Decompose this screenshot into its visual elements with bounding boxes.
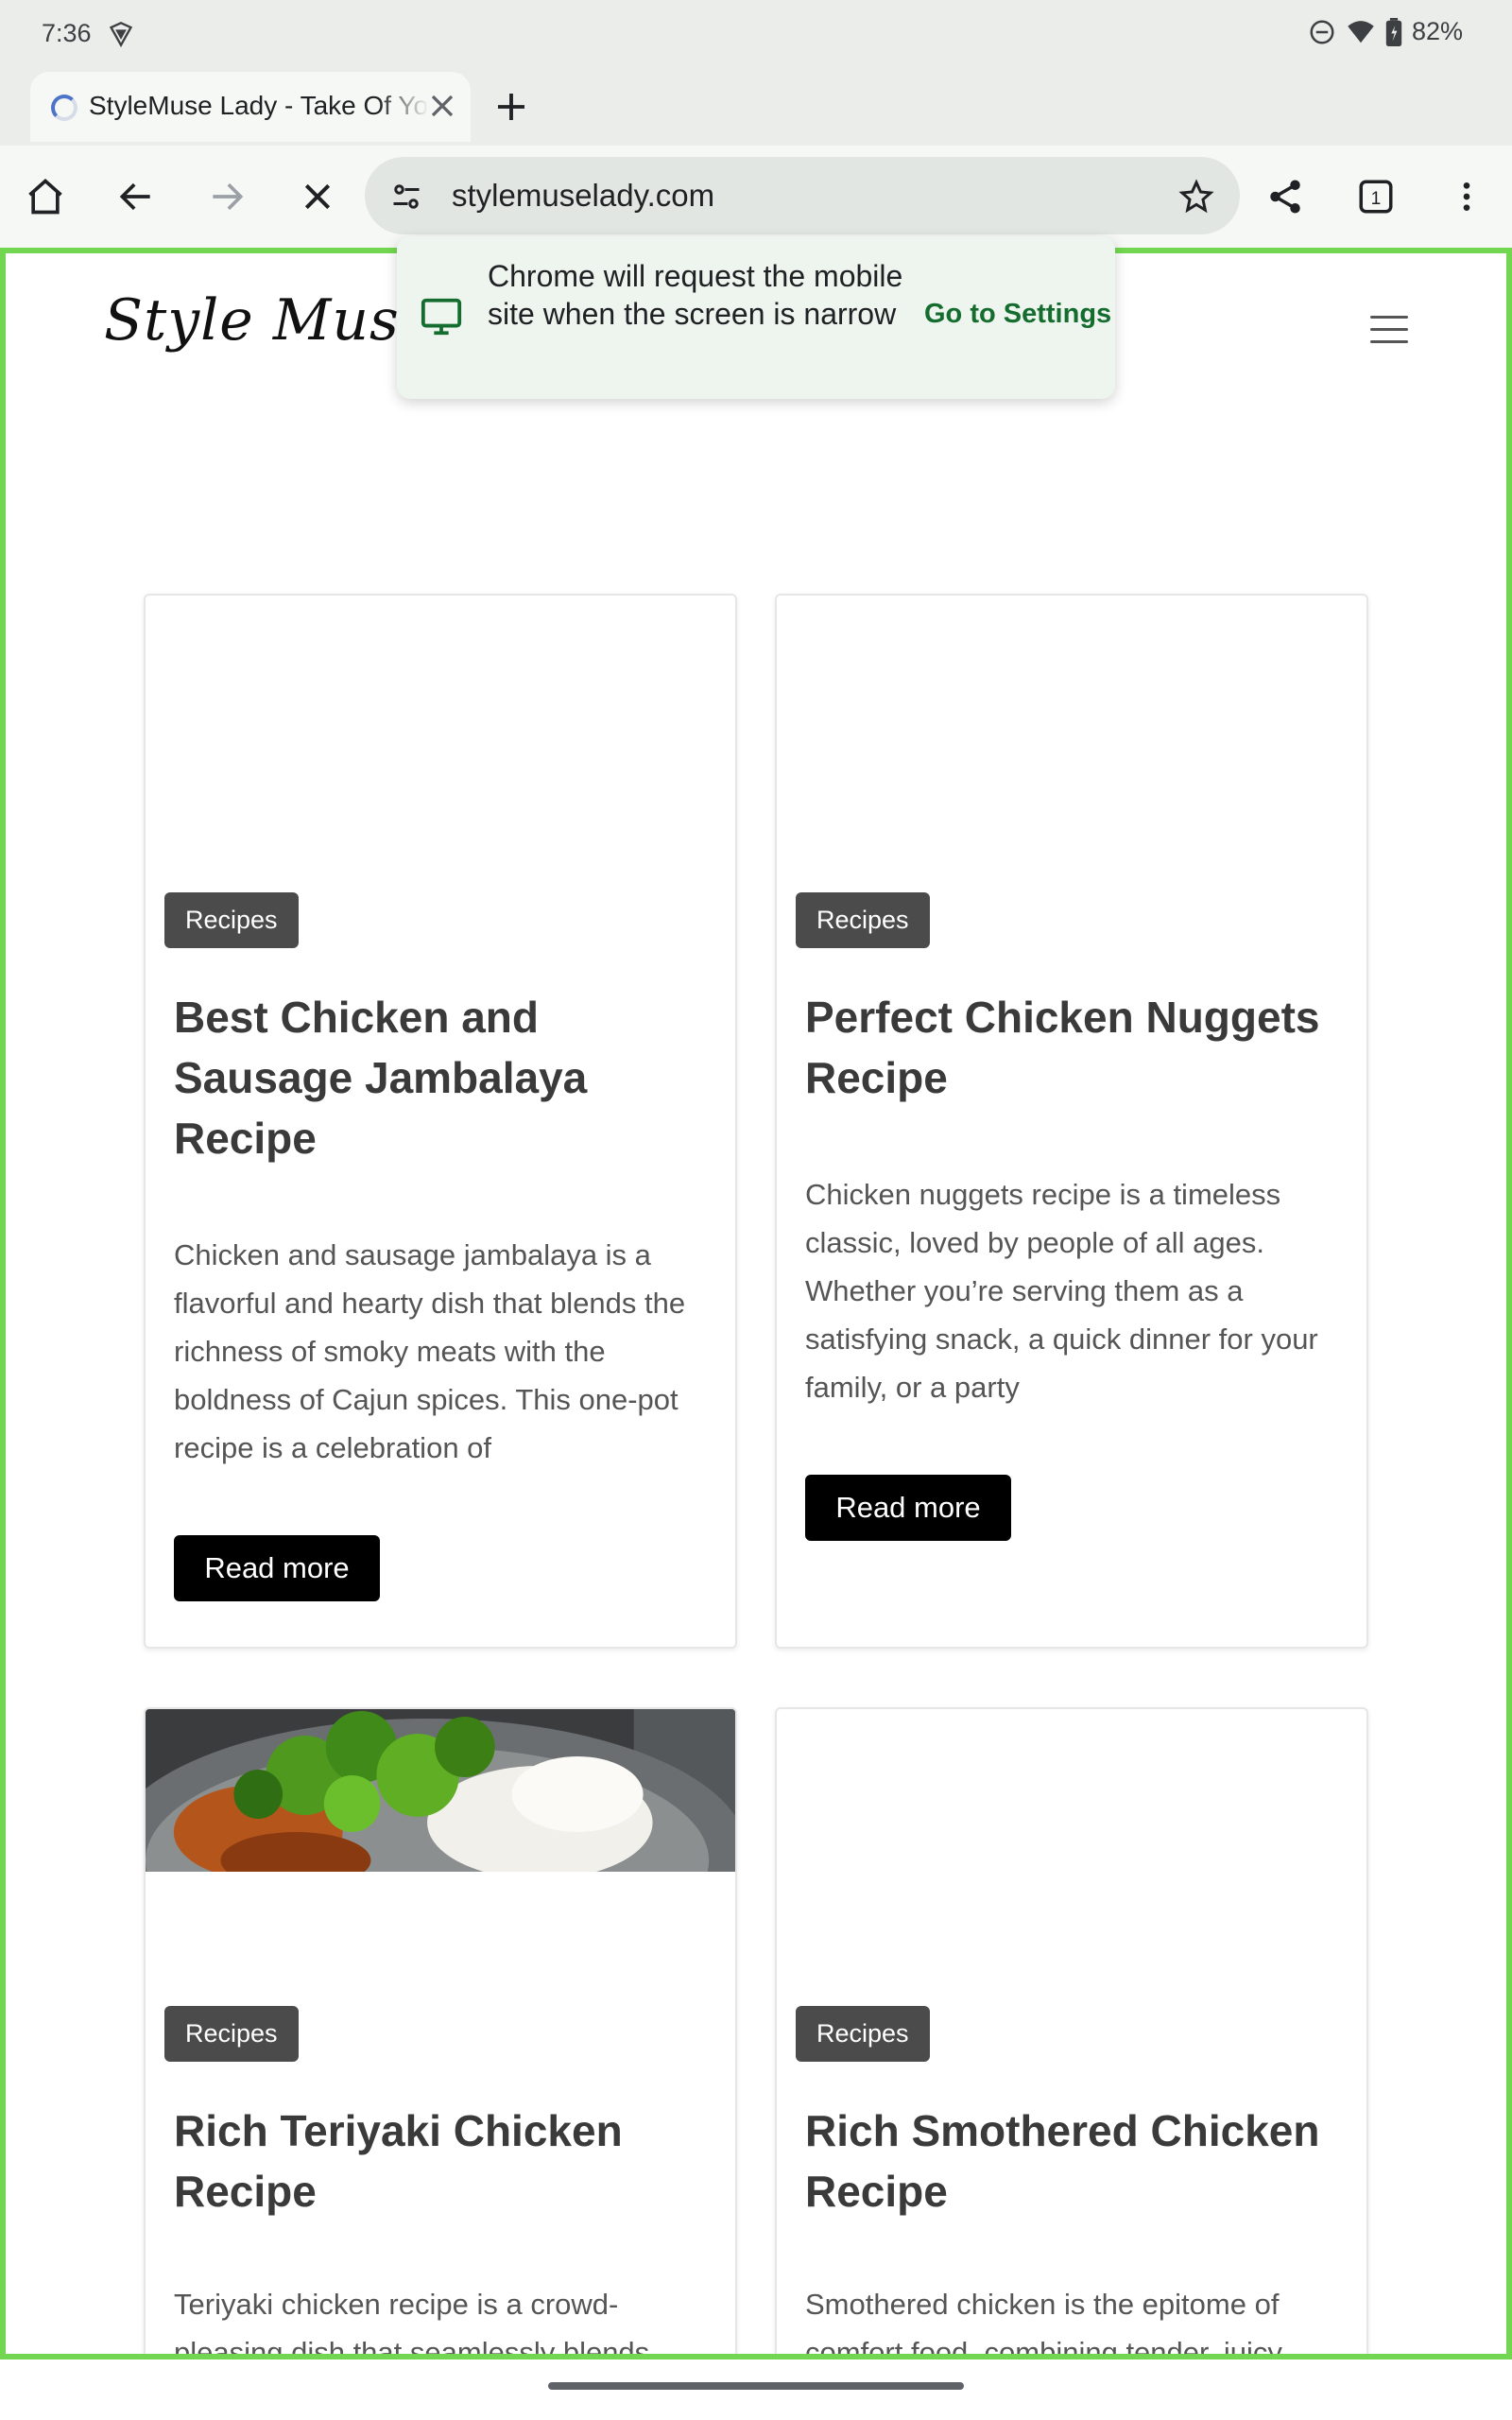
post-card: Recipes Best Chicken and Sausage Jambala…: [144, 594, 737, 1649]
post-title[interactable]: Rich Teriyaki Chicken Recipe: [174, 2100, 707, 2221]
gesture-nav-handle[interactable]: [548, 2382, 964, 2390]
popup-message: Chrome will request the mobile site when…: [488, 259, 903, 331]
read-more-button[interactable]: Read more: [174, 1535, 380, 1601]
tab-active[interactable]: StyleMuse Lady - Take Of Your: [30, 72, 471, 142]
web-content: Style Muse Lady Recipes Best Chicken and…: [0, 248, 1512, 2360]
forward-icon: [213, 182, 244, 211]
tab-switcher-button[interactable]: 1: [1351, 172, 1400, 221]
do-not-disturb-icon: [1310, 20, 1334, 43]
back-icon: [119, 182, 150, 211]
battery-icon: [1385, 17, 1402, 46]
back-button[interactable]: [112, 172, 161, 221]
address-bar[interactable]: stylemuselady.com: [365, 157, 1240, 234]
share-button[interactable]: [1261, 172, 1310, 221]
vpn-shield-icon: [109, 22, 133, 47]
category-badge[interactable]: Recipes: [164, 892, 299, 948]
post-excerpt: Teriyaki chicken recipe is a crowd-pleas…: [174, 2288, 650, 2360]
post-excerpt: Smothered chicken is the epitome of comf…: [805, 2288, 1282, 2360]
teriyaki-chicken-image[interactable]: [146, 1709, 735, 1872]
tab-count: 1: [1371, 189, 1382, 209]
loading-spinner-icon: [51, 95, 77, 121]
home-button[interactable]: [21, 172, 70, 221]
hamburger-menu-icon[interactable]: [1370, 316, 1408, 346]
battery-percent: 82%: [1411, 17, 1463, 45]
status-time: 7:36: [42, 19, 92, 47]
star-icon[interactable]: [1177, 178, 1215, 216]
post-title[interactable]: Best Chicken and Sausage Jambalaya Recip…: [174, 987, 707, 1168]
post-card: Recipes Perfect Chicken Nuggets Recipe C…: [775, 594, 1368, 1649]
go-to-settings-link[interactable]: Go to Settings: [924, 299, 1111, 330]
post-excerpt: Chicken nuggets recipe is a timeless cla…: [805, 1178, 1318, 1404]
more-menu-button[interactable]: [1442, 172, 1491, 221]
close-icon[interactable]: [423, 87, 461, 125]
post-card: Recipes Rich Smothered Chicken Recipe Sm…: [775, 1707, 1368, 2360]
more-vert-icon: [1463, 182, 1470, 211]
category-badge[interactable]: Recipes: [796, 892, 930, 948]
desktop-icon: [421, 298, 462, 336]
stop-button[interactable]: [293, 172, 342, 221]
post-excerpt: Chicken and sausage jambalaya is a flavo…: [174, 1238, 686, 1464]
post-card: Recipes Rich Teriyaki Chicken Recipe Ter…: [144, 1707, 737, 2360]
forward-button[interactable]: [202, 172, 251, 221]
tab-switcher-icon: 1: [1359, 180, 1393, 214]
url-text[interactable]: stylemuselady.com: [452, 178, 714, 214]
tab-strip: StyleMuse Lady - Take Of Your: [0, 68, 1512, 146]
post-title[interactable]: Rich Smothered Chicken Recipe: [805, 2100, 1338, 2221]
share-icon: [1270, 180, 1300, 214]
wifi-icon: [1348, 20, 1374, 43]
status-bar: 7:36 82%: [0, 0, 1512, 68]
new-tab-icon[interactable]: [491, 87, 531, 127]
stop-icon: [304, 183, 331, 210]
browser-toolbar: stylemuselady.com 1: [0, 146, 1512, 248]
mobile-site-popup: Chrome will request the mobile site when…: [397, 236, 1115, 399]
home-icon: [28, 179, 62, 215]
tab-title: StyleMuse Lady - Take Of Your: [89, 91, 429, 120]
post-title[interactable]: Perfect Chicken Nuggets Recipe: [805, 987, 1338, 1108]
tune-icon[interactable]: [389, 180, 423, 214]
category-badge[interactable]: Recipes: [796, 2006, 930, 2062]
read-more-button[interactable]: Read more: [805, 1475, 1011, 1541]
category-badge[interactable]: Recipes: [164, 2006, 299, 2062]
